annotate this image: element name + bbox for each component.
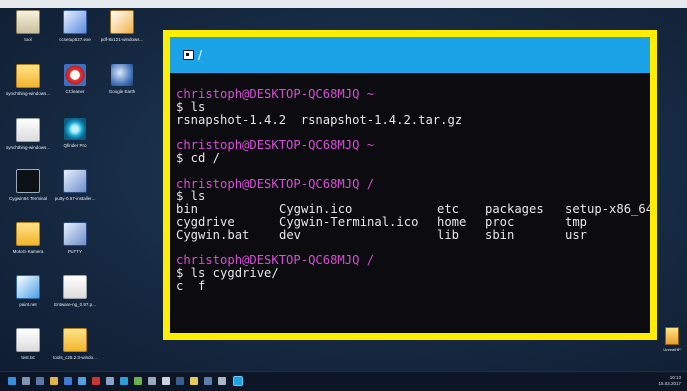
app-icon[interactable] [106, 377, 114, 385]
terminal-console[interactable]: christoph@DESKTOP-QC68MJQ ~ $ ls rsnapsh… [170, 73, 650, 333]
desktop-icon-tools[interactable]: tools_c25.2.3-windo... [52, 328, 98, 360]
desktop-icon-label: Qfinder Pro [63, 143, 87, 148]
document-icon [63, 275, 87, 299]
putty-icon [63, 169, 87, 193]
app-icon[interactable] [204, 377, 212, 385]
earth-icon [111, 64, 133, 86]
desktop-icon-google-earth[interactable]: Google Earth [99, 64, 145, 94]
listing-entry: dev [279, 227, 302, 242]
prompt-line: christoph@DESKTOP-QC68MJQ / [176, 176, 375, 191]
desktop-icon-ccleaner[interactable]: CCleaner [52, 64, 98, 94]
desktop-icon-test-txt[interactable]: test.txt [5, 328, 51, 360]
task-view-icon[interactable] [36, 377, 44, 385]
cygwin-taskbar-icon[interactable] [233, 376, 243, 386]
folder-icon [63, 328, 87, 352]
taskbar: 10:13 15.03.2017 [0, 371, 687, 391]
listing-entry: cygdrive [176, 214, 235, 229]
desktop-icon-label: synchthing-windows... [5, 145, 51, 150]
document-icon [16, 118, 40, 142]
system-tray[interactable]: 10:13 15.03.2017 [658, 375, 681, 387]
app-icon[interactable] [218, 377, 226, 385]
prompt-line: christoph@DESKTOP-QC68MJQ ~ [176, 138, 375, 153]
listing-entry: Cygwin-Terminal.ico [279, 214, 419, 229]
listing-entry: sbin [485, 227, 515, 242]
app-icon[interactable] [176, 377, 184, 385]
app-icon[interactable] [134, 377, 142, 385]
output-line: rsnapshot-1.4.2 rsnapshot-1.4.2.tar.gz [176, 112, 463, 127]
desktop-icon-label: Entware-ng_0.97.p... [54, 302, 96, 307]
window-title: / [198, 48, 203, 62]
desktop-icon-tool[interactable]: tool [5, 10, 51, 42]
listing-entry: usr [565, 227, 588, 242]
putty-icon [63, 222, 87, 246]
desktop-icon-label: test.txt [21, 355, 35, 360]
desktop-icon-synchthing-doc[interactable]: synchthing-windows... [5, 118, 51, 150]
desktop-icon-synchthing[interactable]: synchthing-windows... [5, 64, 51, 96]
listing-entry: home [437, 214, 467, 229]
desktop-icon-label: putty-0.67-installer... [54, 196, 96, 201]
prompt-line: christoph@DESKTOP-QC68MJQ ~ [176, 87, 375, 101]
desktop-icon-putty[interactable]: PuTTY [52, 222, 98, 254]
desktop-icon-label: PuTTY [67, 249, 82, 254]
ls-listing-row: Cygwin.bat dev lib sbin usr [176, 227, 644, 242]
desktop-icon-ccsetup[interactable]: ccsetup527.exe [52, 10, 98, 42]
listing-entry: tmp [565, 214, 588, 229]
start-icon[interactable] [8, 377, 16, 385]
listing-entry: Cygwin.bat [176, 227, 250, 242]
app-icon[interactable] [120, 377, 128, 385]
store-icon[interactable] [78, 377, 86, 385]
command-line: $ ls [176, 99, 206, 114]
window-titlebar[interactable]: / [170, 37, 650, 73]
desktop-icon-pdf[interactable]: pdf-8x121-windows... [99, 10, 145, 42]
ls-listing-row: cygdrive Cygwin-Terminal.ico home proc t… [176, 216, 644, 229]
folder-icon [665, 327, 679, 345]
desktop-icon-label: tool [24, 37, 32, 42]
top-strip [0, 0, 687, 8]
desktop-icon-motog[interactable]: MotoG-Kamera [5, 222, 51, 254]
paint-icon [16, 275, 40, 299]
desktop-icon-label: ccsetup527.exe [59, 37, 91, 42]
desktop-icon-label: MotoG-Kamera [12, 249, 44, 254]
folder-icon [16, 222, 40, 246]
file-explorer-icon[interactable] [50, 377, 58, 385]
desktop-icon-label: Google Earth [108, 89, 136, 94]
terminal-window[interactable]: / christoph@DESKTOP-QC68MJQ ~ $ ls rsnap… [163, 30, 657, 340]
qfinder-icon [64, 118, 86, 140]
command-line: $ ls cygdrive/ [176, 266, 279, 281]
command-line: $ cd / [176, 150, 221, 165]
pdf-icon [110, 10, 134, 34]
media-icon[interactable] [92, 377, 100, 385]
desktop-icon-unrealhp[interactable]: UnrealHP [662, 327, 682, 352]
search-icon[interactable] [22, 377, 30, 385]
terminal-icon [183, 50, 194, 60]
document-icon [16, 328, 40, 352]
desktop-icon-label: UnrealHP [663, 347, 681, 352]
output-line: c f [176, 278, 206, 293]
folder-icon [16, 64, 40, 88]
desktop-icon-label: CCleaner [65, 89, 85, 94]
app-icon[interactable] [190, 377, 198, 385]
ccleaner-icon [64, 64, 86, 86]
terminal-icon [16, 169, 40, 193]
desktop-icon-putty-installer[interactable]: putty-0.67-installer... [52, 169, 98, 201]
desktop-icon-label: synchthing-windows... [5, 91, 51, 96]
desktop-icon-entware[interactable]: Entware-ng_0.97.p... [52, 275, 98, 307]
tool-icon [16, 10, 40, 34]
clock-date: 15.03.2017 [658, 381, 681, 386]
setup-icon [63, 10, 87, 34]
desktop-icon-label: tools_c25.2.3-windo... [53, 355, 97, 360]
desktop-icon-label: Cygwin64 Terminal [9, 196, 47, 201]
app-icon[interactable] [148, 377, 156, 385]
desktop-icon-paint[interactable]: paint.net [5, 275, 51, 307]
desktop-icon-label: pdf-8x121-windows... [100, 37, 144, 42]
app-icon[interactable] [162, 377, 170, 385]
desktop-icon-cygwin-terminal[interactable]: Cygwin64 Terminal [5, 169, 51, 201]
listing-entry: proc [485, 214, 515, 229]
desktop-icon-label: paint.net [19, 302, 37, 307]
listing-entry: lib [437, 227, 460, 242]
browser-icon[interactable] [64, 377, 72, 385]
desktop-icon-qfinder[interactable]: Qfinder Pro [52, 118, 98, 148]
